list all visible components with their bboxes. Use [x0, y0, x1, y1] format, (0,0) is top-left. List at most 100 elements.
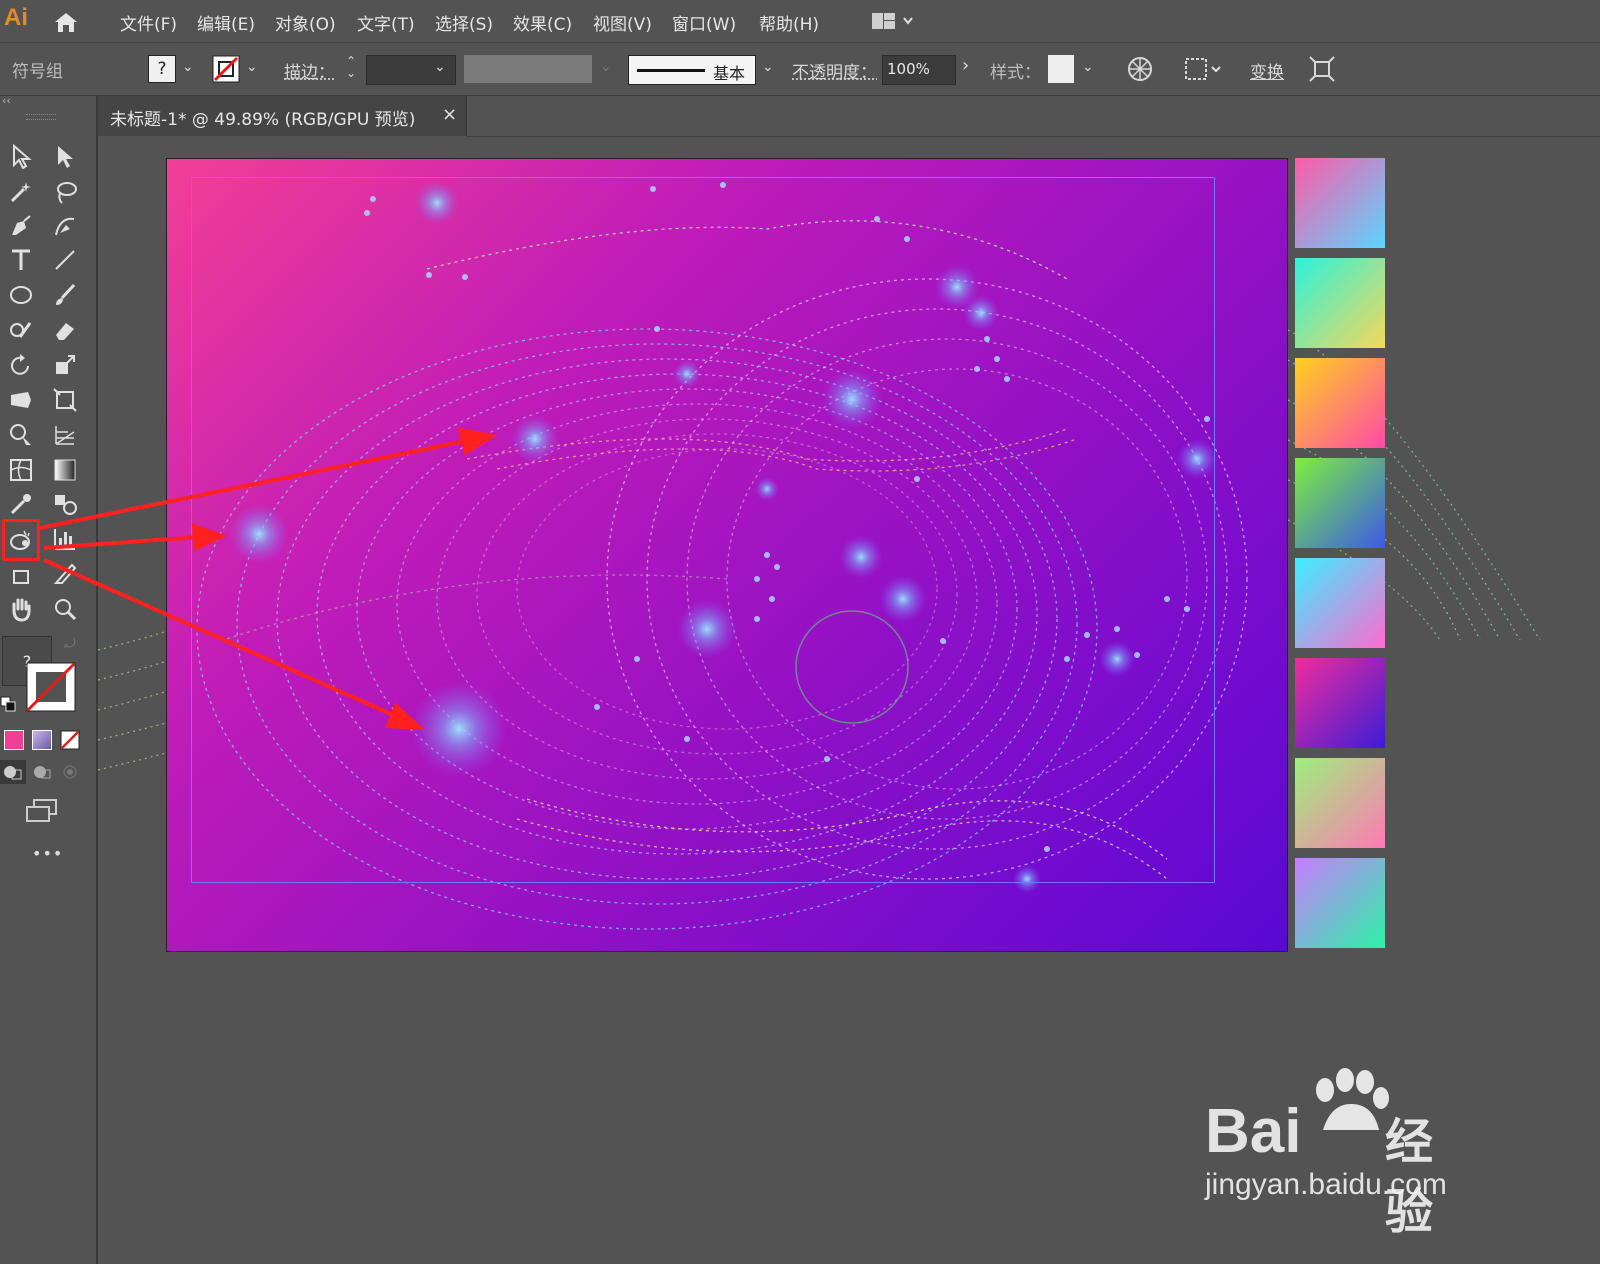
- stroke-swatch-none-icon[interactable]: [212, 55, 240, 83]
- document-tab[interactable]: 未标题-1* @ 49.89% (RGB/GPU 预览) ×: [98, 96, 467, 136]
- hand-tool-icon[interactable]: [4, 593, 38, 625]
- menu-bar: Ai 文件(F) 编辑(E) 对象(O) 文字(T) 选择(S) 效果(C) 视…: [0, 0, 1600, 43]
- line-segment-tool-icon[interactable]: [48, 244, 82, 276]
- symbol-sprayer-tool-icon[interactable]: [2, 519, 40, 561]
- stroke-weight-dropdown-icon[interactable]: ⌄: [434, 59, 446, 75]
- menu-effect[interactable]: 效果(C): [513, 10, 572, 35]
- variable-width-profile[interactable]: [464, 55, 592, 83]
- menu-type[interactable]: 文字(T): [357, 10, 415, 35]
- gradient-tool-icon[interactable]: [48, 454, 82, 486]
- gradient-swatch[interactable]: [1295, 858, 1385, 948]
- column-graph-tool-icon[interactable]: [48, 523, 82, 555]
- watermark-brand: Bai: [1205, 1097, 1302, 1166]
- menu-help[interactable]: 帮助(H): [759, 10, 819, 35]
- gradient-swatch[interactable]: [1295, 158, 1385, 248]
- isolate-selection-icon[interactable]: [1308, 55, 1336, 83]
- eyedropper-tool-icon[interactable]: [4, 488, 38, 520]
- shaper-tool-icon[interactable]: [4, 314, 38, 346]
- gradient-swatch[interactable]: [1295, 258, 1385, 348]
- gradient-swatch[interactable]: [1295, 458, 1385, 548]
- gradient-swatch[interactable]: [1295, 558, 1385, 648]
- selection-bounding-box: [191, 177, 1215, 883]
- paintbrush-tool-icon[interactable]: [48, 279, 82, 311]
- draw-behind-icon[interactable]: [30, 760, 54, 784]
- tools-panel: ‹‹ ? ⤾ •••: [0, 94, 98, 1264]
- workspace-switcher-icon[interactable]: [870, 8, 918, 34]
- gradient-swatch-column: [1295, 158, 1385, 950]
- stroke-label[interactable]: 描边：: [284, 58, 335, 83]
- brush-definition[interactable]: 基本: [628, 55, 756, 85]
- style-label: 样式：: [990, 63, 1041, 83]
- selection-type-label: 符号组: [12, 62, 63, 82]
- stroke-none-box-icon[interactable]: [26, 662, 76, 712]
- default-colors-icon[interactable]: [0, 696, 16, 712]
- panel-grip[interactable]: [26, 114, 56, 120]
- ellipse-tool-icon[interactable]: [4, 279, 38, 311]
- free-transform-tool-icon[interactable]: [48, 384, 82, 416]
- gradient-swatch[interactable]: [1295, 758, 1385, 848]
- color-mode-icon[interactable]: [4, 730, 24, 750]
- profile-dropdown-icon[interactable]: ⌄: [600, 59, 612, 75]
- swap-fill-stroke-icon[interactable]: ⤾: [64, 636, 76, 652]
- fill-unknown-text: ?: [157, 59, 167, 79]
- opacity-field[interactable]: 100%: [882, 55, 956, 85]
- fill-dropdown-icon[interactable]: ⌄: [182, 59, 194, 75]
- stroke-weight-stepper[interactable]: ⌃ ⌄: [342, 55, 360, 83]
- menu-view[interactable]: 视图(V): [593, 10, 652, 35]
- fill-swatch[interactable]: ?: [148, 55, 176, 83]
- artboard[interactable]: [166, 158, 1288, 952]
- edit-toolbar-more-icon[interactable]: •••: [32, 844, 63, 863]
- style-dropdown-icon[interactable]: ⌄: [1082, 59, 1094, 75]
- menu-select[interactable]: 选择(S): [435, 10, 493, 35]
- mesh-tool-icon[interactable]: [4, 454, 38, 486]
- pen-tool-icon[interactable]: [4, 210, 38, 242]
- app-logo: Ai: [4, 4, 28, 31]
- document-tab-title[interactable]: 未标题-1* @ 49.89% (RGB/GPU 预览): [110, 105, 415, 130]
- draw-inside-icon[interactable]: [58, 760, 82, 784]
- selection-tool-icon[interactable]: [4, 140, 38, 172]
- rotate-tool-icon[interactable]: [4, 349, 38, 381]
- home-icon[interactable]: [52, 10, 80, 34]
- graphic-style-swatch[interactable]: [1048, 55, 1074, 83]
- baidu-paw-logo-icon: [1316, 1068, 1389, 1130]
- none-mode-icon[interactable]: [60, 730, 80, 750]
- eraser-tool-icon[interactable]: [48, 314, 82, 346]
- watermark-url: jingyan.baidu.com: [1205, 1168, 1447, 1201]
- recolor-artwork-icon[interactable]: [1126, 55, 1154, 83]
- opacity-value: 100%: [887, 60, 930, 78]
- close-tab-icon[interactable]: ×: [442, 104, 457, 125]
- zoom-tool-icon[interactable]: [48, 593, 82, 625]
- menu-file[interactable]: 文件(F): [120, 10, 177, 35]
- collapse-panel-icon[interactable]: ‹‹: [2, 94, 11, 107]
- magic-wand-tool-icon[interactable]: [4, 176, 38, 208]
- tab-strip: [467, 96, 1600, 137]
- direct-selection-tool-icon[interactable]: [48, 140, 82, 172]
- brush-stroke-preview: [637, 69, 705, 72]
- gradient-swatch[interactable]: [1295, 358, 1385, 448]
- control-bar: 符号组 ? ⌄ ⌄ 描边： ⌃ ⌄ ⌄ ⌄ 基本 ⌄ 不透明度： 100% › 样…: [0, 43, 1600, 96]
- draw-normal-icon[interactable]: [0, 760, 26, 784]
- slice-tool-icon[interactable]: [48, 558, 82, 590]
- curvature-tool-icon[interactable]: [48, 210, 82, 242]
- scale-tool-icon[interactable]: [48, 349, 82, 381]
- menu-edit[interactable]: 编辑(E): [197, 10, 255, 35]
- lasso-tool-icon[interactable]: [48, 176, 82, 208]
- brush-dropdown-icon[interactable]: ⌄: [762, 59, 774, 75]
- menu-object[interactable]: 对象(O): [275, 10, 336, 35]
- brush-label: 基本: [713, 64, 746, 83]
- stroke-dropdown-icon[interactable]: ⌄: [246, 59, 258, 75]
- menu-window[interactable]: 窗口(W): [672, 10, 736, 35]
- align-options-icon[interactable]: [1184, 55, 1224, 83]
- artboard-tool-icon[interactable]: [4, 560, 38, 592]
- width-tool-icon[interactable]: [4, 384, 38, 416]
- opacity-expand-icon[interactable]: ›: [962, 55, 969, 76]
- type-tool-icon[interactable]: [4, 244, 38, 276]
- perspective-grid-tool-icon[interactable]: [48, 419, 82, 451]
- blend-tool-icon[interactable]: [48, 488, 82, 520]
- screen-mode-icon[interactable]: [24, 798, 60, 824]
- opacity-label[interactable]: 不透明度：: [792, 58, 877, 83]
- gradient-mode-icon[interactable]: [32, 730, 52, 750]
- shape-builder-tool-icon[interactable]: [4, 419, 38, 451]
- gradient-swatch[interactable]: [1295, 658, 1385, 748]
- transform-link[interactable]: 变换: [1250, 58, 1284, 83]
